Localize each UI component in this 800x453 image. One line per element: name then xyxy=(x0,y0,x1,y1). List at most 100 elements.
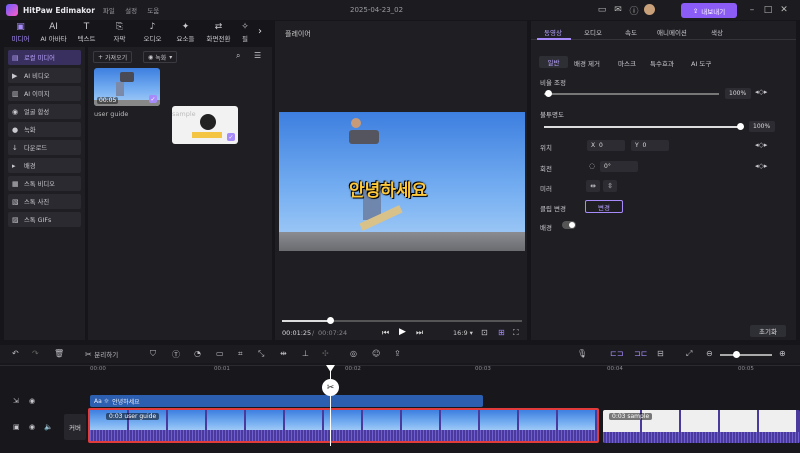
export-clip-icon[interactable]: ⇪ xyxy=(394,349,401,358)
minimize-icon[interactable]: – xyxy=(746,4,758,16)
opacity-value[interactable]: 100% xyxy=(749,121,775,132)
scale-slider-handle[interactable] xyxy=(545,90,552,97)
microphone-icon[interactable]: 🎙 xyxy=(577,349,587,358)
maximize-icon[interactable]: □ xyxy=(762,4,774,16)
subtab-mask[interactable]: 마스크 xyxy=(618,58,636,68)
zoom-slider-handle[interactable] xyxy=(733,351,740,358)
resize-icon[interactable]: ⤡ xyxy=(258,349,264,359)
text-clip[interactable]: Aa ☼ 안녕하세요 xyxy=(90,395,483,407)
tab-speed[interactable]: 속도 xyxy=(625,27,637,37)
video-clip-sample[interactable]: 0:03 sample xyxy=(603,410,800,443)
sidebar-item-stock-photo[interactable]: ▧ 스톡 사진 xyxy=(8,194,81,209)
sidebar-item-face-swap[interactable]: ◉ 얼굴 합성 xyxy=(8,104,81,119)
tab-color[interactable]: 색상 xyxy=(711,27,723,37)
keyframe-icon[interactable]: ◂◇▸ xyxy=(755,88,767,96)
split-screen-icon[interactable]: ⊟ xyxy=(657,349,664,358)
fullscreen-icon[interactable]: ⛶ xyxy=(513,328,519,338)
sidebar-item-stock-video[interactable]: ▦ 스톡 비디오 xyxy=(8,176,81,191)
opacity-slider-handle[interactable] xyxy=(737,123,744,130)
change-button[interactable]: 변경 xyxy=(585,200,623,213)
monitor-icon[interactable]: ▭ xyxy=(596,4,608,16)
subtab-ai-tools[interactable]: AI 도구 xyxy=(691,58,711,68)
magnet-icon[interactable]: ⊐⊏ xyxy=(634,349,647,358)
next-frame-icon[interactable]: ⏭ xyxy=(416,328,423,338)
eye-icon[interactable]: ◉ xyxy=(29,423,35,431)
face-tool-icon[interactable]: ☺ xyxy=(372,349,380,358)
message-icon[interactable]: ✉ xyxy=(612,4,624,16)
sidebar-item-stock-gifs[interactable]: ▨ 스톡 GIFs xyxy=(8,212,81,227)
menu-settings[interactable]: 설정 xyxy=(125,7,137,15)
player-progress-track[interactable] xyxy=(282,320,522,322)
menu-help[interactable]: 도움 xyxy=(147,7,159,15)
info-icon[interactable]: ⓘ xyxy=(628,4,640,17)
tab-ai-avatar[interactable]: AI AI 아바타 xyxy=(37,21,70,43)
subtab-effects[interactable]: 특수효과 xyxy=(650,58,674,68)
fit-timeline-icon[interactable]: ⤢ xyxy=(686,349,692,359)
record-dropdown[interactable]: ◉ 녹화 ▾ xyxy=(143,51,178,63)
undo-icon[interactable]: ↶ xyxy=(12,349,19,358)
sidebar-item-ai-video[interactable]: ▶ AI 비디오 xyxy=(8,68,81,83)
zoom-slider[interactable] xyxy=(720,354,772,356)
shield-icon[interactable]: ⛉ xyxy=(150,349,156,359)
subtab-general[interactable]: 일반 xyxy=(539,56,568,68)
position-x-field[interactable]: X 0 xyxy=(587,140,625,151)
tab-audio-props[interactable]: 오디오 xyxy=(584,27,602,37)
tab-video-props[interactable]: 동영상 xyxy=(544,27,562,37)
tab-media[interactable]: ▣ 미디어 xyxy=(4,21,37,43)
link-icon[interactable]: ⊏⊐ xyxy=(610,349,623,358)
motion-icon[interactable]: ◎ xyxy=(350,349,357,358)
opacity-slider[interactable] xyxy=(544,126,741,128)
rotate-field[interactable]: 0° xyxy=(600,161,638,172)
scale-value[interactable]: 100% xyxy=(725,88,751,99)
video-overlay-text[interactable]: 안녕하세요 xyxy=(349,176,427,201)
grid-icon[interactable]: ⊞ xyxy=(498,328,505,337)
tab-animation[interactable]: 애니메이션 xyxy=(657,27,687,37)
reset-button[interactable]: 초기화 xyxy=(750,325,786,337)
tab-filters[interactable]: ✧ 필 xyxy=(235,21,255,43)
subtab-bg-remove[interactable]: 배경 제거 xyxy=(574,58,600,68)
tab-audio[interactable]: ♪ 오디오 xyxy=(136,21,169,43)
aspect-ratio-select[interactable]: 16:9 ▾ xyxy=(453,329,473,337)
background-toggle[interactable] xyxy=(562,221,576,229)
menu-file[interactable]: 파일 xyxy=(103,7,115,15)
keyframe-icon[interactable]: ◂◇▸ xyxy=(755,141,767,149)
flip-vertical-icon[interactable]: ⇳ xyxy=(603,180,617,192)
tab-transitions[interactable]: ⇄ 화면전환 xyxy=(202,21,235,43)
flip-horizontal-icon[interactable]: ⇹ xyxy=(586,180,600,192)
search-icon[interactable]: ⌕ xyxy=(236,51,240,61)
fit-icon[interactable]: ▭ xyxy=(216,349,224,358)
sidebar-item-record[interactable]: ● 녹화 xyxy=(8,122,81,137)
tab-elements[interactable]: ✦ 요소들 xyxy=(169,21,202,43)
scale-slider[interactable] xyxy=(544,93,719,95)
tab-subtitle[interactable]: ⎘ 자막 xyxy=(103,21,136,43)
zoom-out-icon[interactable]: ⊖ xyxy=(706,349,713,358)
camera-icon[interactable]: ⊡ xyxy=(481,328,488,337)
chevron-right-icon[interactable]: › xyxy=(258,26,262,37)
redo-icon[interactable]: ↷ xyxy=(32,349,39,358)
sidebar-item-ai-image[interactable]: ▥ AI 이미지 xyxy=(8,86,81,101)
prev-frame-icon[interactable]: ⏮ xyxy=(382,328,389,338)
align-icon[interactable]: ⊥ xyxy=(302,349,309,358)
speed-icon[interactable]: ◔ xyxy=(194,349,201,358)
keyframe-icon[interactable]: ◂◇▸ xyxy=(755,162,767,170)
delete-icon[interactable]: 🗑 xyxy=(54,349,64,358)
position-y-field[interactable]: Y 0 xyxy=(631,140,669,151)
player-progress-handle[interactable] xyxy=(327,317,334,324)
video-clip-user-guide[interactable]: 0:03 user guide xyxy=(88,408,599,443)
mirror-tool-icon[interactable]: ⇹ xyxy=(280,349,287,358)
text-tool-icon[interactable]: Ⓣ xyxy=(172,349,180,360)
speaker-icon[interactable]: 🔈 xyxy=(44,423,53,431)
video-preview[interactable]: 안녕하세요 xyxy=(279,112,525,251)
freeze-icon[interactable]: ✣ xyxy=(322,349,329,358)
play-icon[interactable]: ▶ xyxy=(399,327,406,337)
export-button[interactable]: ⇪ 내보내기 xyxy=(681,3,737,18)
sidebar-item-download[interactable]: ↓ 다운로드 xyxy=(8,140,81,155)
split-button[interactable]: ✂ 분리하기 xyxy=(85,349,118,359)
eye-icon[interactable]: ◉ xyxy=(29,397,35,405)
list-view-icon[interactable]: ☰ xyxy=(254,51,261,60)
split-scissors-icon[interactable]: ✂ xyxy=(322,379,339,396)
sidebar-item-local-media[interactable]: ▤ 로컬 미디어 xyxy=(8,50,81,65)
media-thumb-user-guide[interactable]: 00:05 ✓ xyxy=(94,68,160,106)
close-icon[interactable]: ✕ xyxy=(778,4,790,16)
zoom-in-icon[interactable]: ⊕ xyxy=(779,349,786,358)
